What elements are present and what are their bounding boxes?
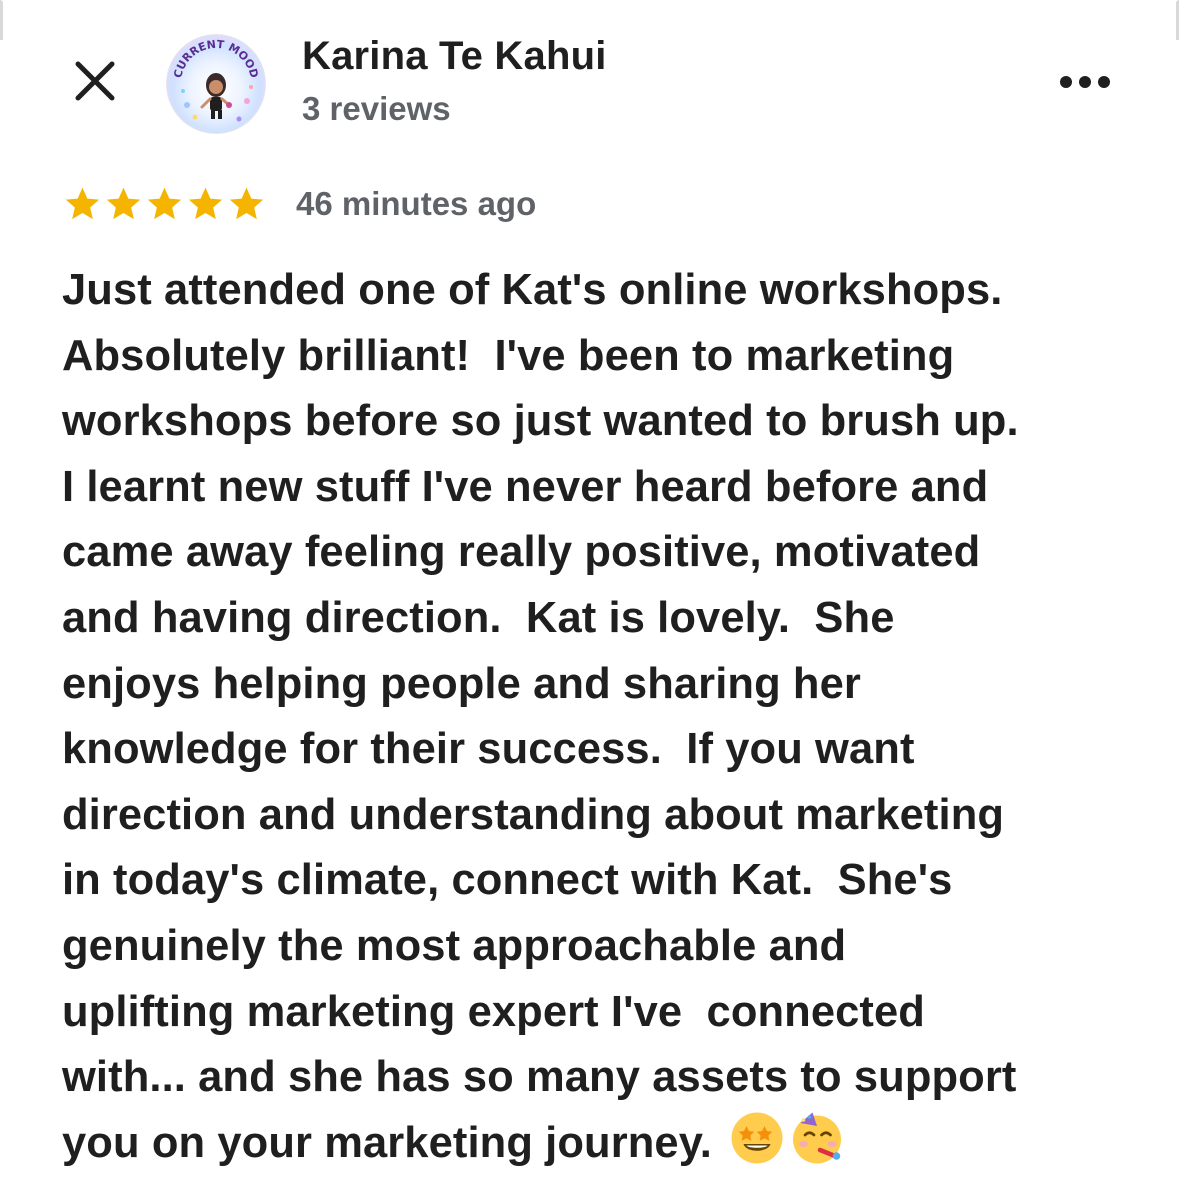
review-line: I learnt new stuff I've never heard befo…: [62, 455, 1142, 521]
review-line: uplifting marketing expert I've connecte…: [62, 980, 1142, 1046]
sheet-edge-left: [0, 0, 3, 40]
star-icon: [188, 187, 223, 220]
review-line-text: you on your marketing journey.: [62, 1118, 725, 1167]
more-horizontal-icon-dot: [1060, 76, 1072, 88]
review-timestamp: 46 minutes ago: [296, 185, 537, 222]
review-line: Absolutely brilliant! I've been to marke…: [62, 324, 1142, 390]
author-review-count[interactable]: 3 reviews: [302, 90, 451, 128]
author-name[interactable]: Karina Te Kahui: [302, 34, 607, 79]
review-line-text: enjoys helping people and sharing her: [62, 659, 861, 708]
star-icon: [65, 187, 100, 220]
review-line: Just attended one of Kat's online worksh…: [62, 258, 1142, 324]
review-line-text: Absolutely brilliant! I've been to marke…: [62, 331, 955, 380]
review-line-text: and having direction. Kat is lovely. She: [62, 593, 895, 642]
review-line-text: came away feeling really positive, motiv…: [62, 528, 981, 577]
star-icon: [106, 187, 141, 220]
review-line: and having direction. Kat is lovely. She: [62, 586, 1142, 652]
review-line-text: I learnt new stuff I've never heard befo…: [62, 462, 989, 511]
close-icon: [75, 61, 115, 101]
more-horizontal-icon-dot: [1098, 76, 1110, 88]
review-line: with... and she has so many assets to su…: [62, 1045, 1142, 1111]
review-line-text: uplifting marketing expert I've connecte…: [62, 987, 925, 1036]
review-line-text: with... and she has so many assets to su…: [62, 1053, 1017, 1102]
review-line: enjoys helping people and sharing her: [62, 652, 1142, 718]
star-icon: [229, 187, 264, 220]
review-line-text: genuinely the most approachable and: [62, 921, 847, 970]
close-button[interactable]: [66, 52, 124, 110]
partying-face-emoji-icon: [793, 1112, 842, 1164]
review-line-text: knowledge for their success. If you want: [62, 725, 915, 774]
review-line-text: Just attended one of Kat's online worksh…: [62, 266, 1003, 314]
avatar[interactable]: CURRENT MOOD: [166, 34, 266, 134]
review-line: came away feeling really positive, motiv…: [62, 520, 1142, 586]
star-icon: [147, 187, 182, 220]
avatar-image: CURRENT MOOD: [171, 38, 261, 122]
review-line-text: in today's climate, connect with Kat. Sh…: [62, 856, 953, 905]
more-options-button[interactable]: [1050, 62, 1120, 102]
review-line: workshops before so just wanted to brush…: [62, 389, 1142, 455]
review-line: direction and understanding about market…: [62, 783, 1142, 849]
star-struck-emoji-icon: [731, 1112, 783, 1164]
review-line-text: direction and understanding about market…: [62, 790, 1005, 839]
review-line: genuinely the most approachable and: [62, 914, 1142, 980]
review-text: Just attended one of Kat's online worksh…: [62, 258, 1142, 1176]
review-sheet: CURRENT MOOD Karina Te Kahui 3 reviews 4…: [0, 0, 1179, 1200]
review-line-text: workshops before so just wanted to brush…: [62, 397, 1019, 446]
review-line: knowledge for their success. If you want: [62, 717, 1142, 783]
star-rating: [62, 184, 267, 224]
more-horizontal-icon-dot: [1079, 76, 1091, 88]
review-line: you on your marketing journey.: [62, 1111, 1142, 1177]
review-line: in today's climate, connect with Kat. Sh…: [62, 848, 1142, 914]
